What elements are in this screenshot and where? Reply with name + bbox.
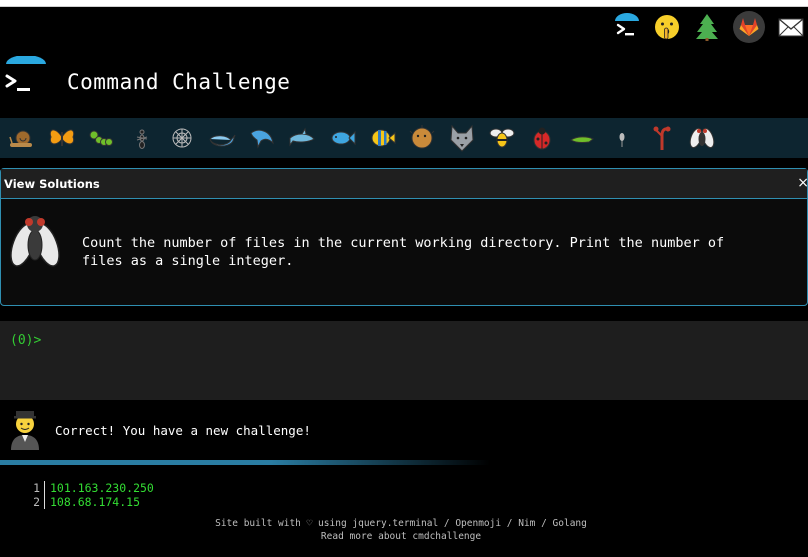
logo-icon[interactable] [4, 55, 48, 100]
output-line: 2 108.68.174.15 [30, 495, 154, 509]
dolphin-2-icon[interactable] [282, 118, 322, 158]
output-lines: 1 101.163.230.250 2 108.68.174.15 [30, 481, 154, 509]
footer-credits: Site built with ♡ using jquery.terminal … [215, 518, 587, 529]
footer-read-more-link[interactable]: Read more about cmdchallenge [0, 530, 802, 543]
bee-icon[interactable] [482, 118, 522, 158]
ant-icon[interactable] [122, 118, 162, 158]
divider [0, 460, 490, 465]
blowfish-icon[interactable] [402, 118, 442, 158]
wolf-icon[interactable] [442, 118, 482, 158]
result-row: Correct! You have a new challenge! [0, 400, 808, 460]
page: { "header": { "title": "Command Challeng… [0, 0, 808, 557]
dolphin-icon[interactable] [242, 118, 282, 158]
terminal-icon[interactable] [612, 12, 642, 42]
challenge-line: files as a single integer. [82, 253, 294, 269]
result-message: Correct! You have a new challenge! [55, 423, 311, 438]
fly-icon[interactable] [682, 118, 722, 158]
line-value: 108.68.174.15 [50, 495, 141, 509]
fly-icon [9, 211, 61, 277]
footer: Site built with ♡ using jquery.terminal … [0, 517, 802, 543]
animal-strip [0, 118, 808, 158]
terminal[interactable]: (0)> [0, 321, 808, 400]
ladybug-icon[interactable] [522, 118, 562, 158]
line-number: 2 [30, 495, 45, 509]
avatar [8, 406, 42, 454]
whale-icon[interactable] [202, 118, 242, 158]
page-title: Command Challenge [67, 70, 291, 94]
caterpillar-icon[interactable] [82, 118, 122, 158]
challenge-body: Count the number of files in the current… [1, 199, 807, 305]
view-solutions-label[interactable]: View Solutions [4, 177, 100, 191]
spider-web-icon[interactable] [162, 118, 202, 158]
tree-icon[interactable] [692, 12, 722, 42]
scorpion-icon[interactable] [642, 118, 682, 158]
browser-top-strip [0, 0, 808, 7]
output-line: 1 101.163.230.250 [30, 481, 154, 495]
solutions-header[interactable]: View Solutions [1, 169, 807, 199]
challenge-description: Count the number of files in the current… [82, 234, 782, 270]
fish-icon[interactable] [322, 118, 362, 158]
top-icon-bar [612, 8, 808, 46]
challenge-line: Count the number of files in the current… [82, 235, 725, 251]
line-number: 1 [30, 481, 45, 495]
gitlab-icon[interactable] [732, 10, 766, 44]
shushing-face-icon[interactable] [652, 12, 682, 42]
butterfly-icon[interactable] [42, 118, 82, 158]
snail-icon[interactable] [2, 118, 42, 158]
mail-icon[interactable] [776, 12, 806, 42]
cricket-icon[interactable] [562, 118, 602, 158]
mosquito-icon[interactable] [602, 118, 642, 158]
solutions-panel: View Solutions × Count the number of fil… [0, 168, 808, 306]
tropical-fish-icon[interactable] [362, 118, 402, 158]
close-icon[interactable]: × [797, 175, 808, 191]
terminal-prompt: (0)> [10, 333, 42, 348]
line-value: 101.163.230.250 [50, 481, 154, 495]
